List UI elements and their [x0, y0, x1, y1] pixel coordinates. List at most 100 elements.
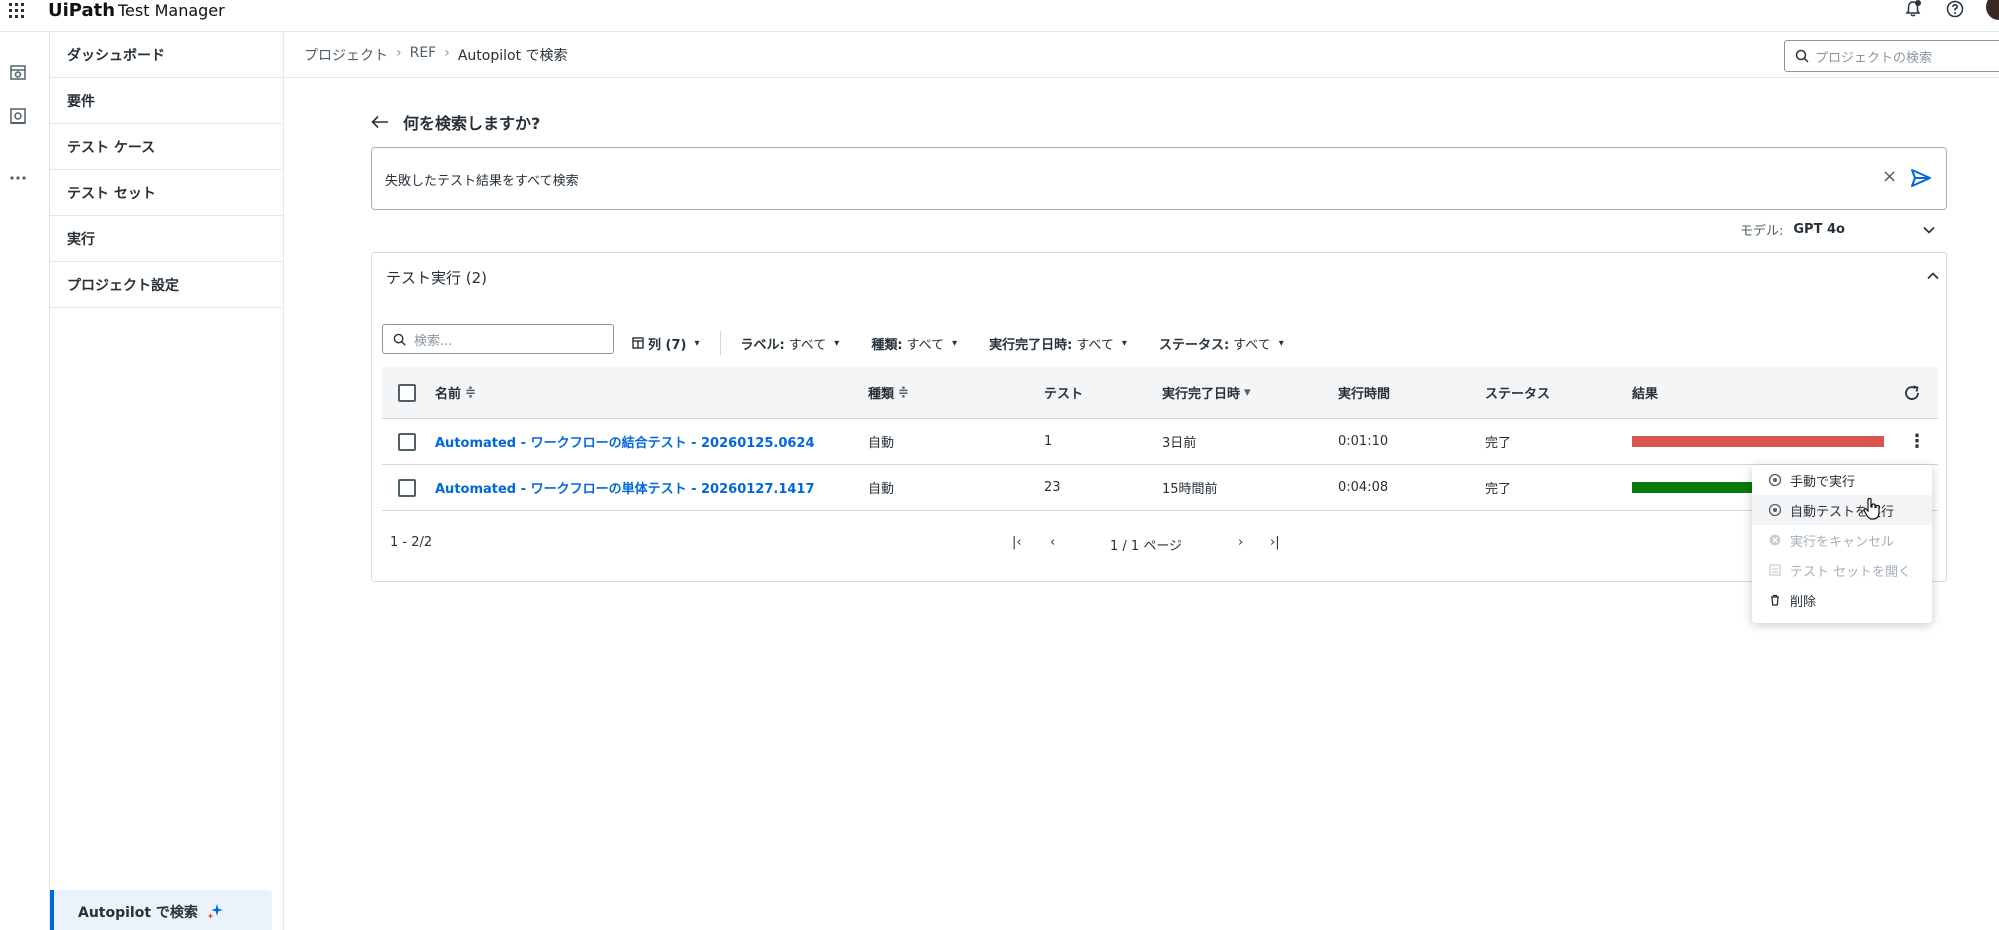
notification-bell-icon[interactable] [1904, 0, 1922, 18]
next-page-icon[interactable]: › [1238, 535, 1243, 550]
result-bar [1632, 436, 1884, 447]
chevron-up-icon[interactable] [1926, 269, 1940, 283]
filter-key: 実行完了日時: [989, 337, 1073, 353]
trash-icon [1771, 594, 1779, 606]
filter-bar: 列 (7) ▾ ラベル: すべて ▾ 種類: すべて ▾ 実行完了日時: すべて… [632, 331, 1316, 355]
menu-item-run-automated[interactable]: 自動テストを実行 [1752, 495, 1932, 525]
back-row: 何を検索しますか? [371, 110, 540, 134]
filter-type[interactable]: 種類: すべて ▾ [871, 334, 957, 353]
test-run-name-link[interactable]: Automated - ワークフローの単体テスト - 20260127.1417 [435, 478, 815, 497]
back-arrow-icon[interactable] [371, 115, 389, 129]
header-label: 種類 [868, 387, 895, 402]
search-icon [393, 333, 406, 346]
uipath-logo[interactable]: UiPath [48, 0, 115, 21]
chevron-down-icon: ▾ [1121, 337, 1127, 349]
sort-desc-icon: ▾ [1244, 385, 1251, 400]
filter-label[interactable]: ラベル: すべて ▾ [741, 334, 840, 353]
sidebar-item-test-cases[interactable]: テスト ケース [50, 124, 284, 170]
test-manager-icon[interactable] [8, 62, 28, 82]
column-header-name[interactable]: 名前 ≑ [435, 367, 476, 418]
play-circle-icon [1768, 503, 1782, 517]
more-actions-icon[interactable]: ⋮ [1908, 431, 1926, 452]
top-bar: UiPath Test Manager [0, 0, 1999, 32]
row-checkbox[interactable] [398, 478, 416, 497]
header-label: 名前 [435, 387, 462, 402]
clear-icon[interactable]: × [1882, 166, 1897, 187]
query-text: 失敗したテスト結果をすべて検索 [385, 174, 579, 189]
apps-grid-icon[interactable] [8, 2, 26, 20]
filter-value: すべて [788, 337, 827, 353]
select-all-checkbox[interactable] [398, 383, 416, 402]
project-search-input[interactable]: プロジェクトの検索 [1784, 40, 1999, 72]
send-icon[interactable] [1910, 168, 1932, 188]
sidebar-item-label: プロジェクト設定 [67, 277, 179, 294]
first-page-icon[interactable]: |‹ [1012, 535, 1022, 550]
columns-label: 列 (7) [648, 337, 687, 353]
test-executions-card: テスト実行 (2) 検索... 列 (7) ▾ ラベル: すべて ▾ 種類: す… [371, 252, 1947, 582]
chevron-down-icon: ▾ [1278, 337, 1284, 349]
row-count: 1 - 2/2 [390, 535, 433, 550]
sidebar-item-label: 要件 [67, 93, 95, 110]
left-rail [0, 32, 50, 930]
row-checkbox[interactable] [398, 432, 416, 451]
header-label: 結果 [1632, 387, 1659, 402]
filter-finished-date[interactable]: 実行完了日時: すべて ▾ [989, 334, 1127, 353]
help-icon[interactable] [1946, 0, 1964, 18]
sidebar-item-label: テスト セット [67, 185, 156, 202]
more-icon[interactable] [8, 168, 28, 188]
menu-item-run-manual[interactable]: 手動で実行 [1752, 465, 1932, 495]
sidebar-item-label: ダッシュボード [67, 47, 165, 64]
test-run-name-link[interactable]: Automated - ワークフローの結合テスト - 20260125.0624 [435, 432, 815, 451]
product-name: Test Manager [118, 1, 225, 20]
header-label: テスト [1044, 387, 1084, 402]
sidebar-item-execution[interactable]: 実行 [50, 216, 284, 262]
filter-status[interactable]: ステータス: すべて ▾ [1159, 334, 1284, 353]
filter-value: すべて [1076, 337, 1114, 353]
table-row[interactable]: Automated - ワークフローの単体テスト - 20260127.1417… [382, 465, 1938, 511]
autopilot-rail-icon[interactable] [8, 106, 28, 126]
menu-item-open-test-set: テスト セットを開く [1752, 555, 1932, 585]
cell-type: 自動 [868, 436, 895, 451]
project-search-placeholder: プロジェクトの検索 [1815, 50, 1933, 66]
model-selector[interactable]: モデル: GPT 4o [1740, 220, 1935, 239]
refresh-icon[interactable] [1903, 384, 1921, 402]
cell-finished: 15時間前 [1162, 482, 1218, 497]
sidebar-item-project-settings[interactable]: プロジェクト設定 [50, 262, 284, 308]
sidebar-item-requirements[interactable]: 要件 [50, 78, 284, 124]
column-header-finished[interactable]: 実行完了日時 ▾ [1162, 367, 1251, 418]
column-header-result: 結果 [1632, 367, 1658, 418]
columns-icon [632, 337, 644, 349]
menu-item-cancel-execution: 実行をキャンセル [1752, 525, 1932, 555]
page-indicator: 1 / 1 ページ [1110, 539, 1183, 554]
pagination: 1 - 2/2 |‹ ‹ 1 / 1 ページ › ›| [382, 529, 1938, 559]
table-search-input[interactable]: 検索... [382, 324, 614, 354]
table-search-placeholder: 検索... [414, 333, 453, 349]
autopilot-search-button[interactable]: Autopilot で検索 [50, 890, 272, 930]
model-value: GPT 4o [1793, 222, 1845, 237]
test-set-icon [1769, 564, 1781, 576]
breadcrumb-current: Autopilot で検索 [457, 48, 568, 64]
column-header-duration: 実行時間 [1338, 367, 1390, 418]
sidebar-item-dashboard[interactable]: ダッシュボード [50, 32, 284, 78]
model-label: モデル: [1740, 224, 1784, 239]
sidebar-item-test-sets[interactable]: テスト セット [50, 170, 284, 216]
sidebar: ダッシュボード 要件 テスト ケース テスト セット 実行 プロジェクト設定 A… [50, 32, 284, 930]
last-page-icon[interactable]: ›| [1270, 535, 1280, 550]
breadcrumb-separator: › [396, 45, 402, 61]
filter-key: 種類: [871, 337, 903, 353]
header-label: 実行完了日時 [1162, 387, 1241, 402]
menu-item-label: 手動で実行 [1790, 474, 1856, 490]
prev-page-icon[interactable]: ‹ [1050, 535, 1055, 550]
autopilot-query-input[interactable]: 失敗したテスト結果をすべて検索 × [371, 147, 1947, 210]
chevron-down-icon [1923, 226, 1935, 234]
column-header-type[interactable]: 種類 ≑ [868, 367, 909, 418]
breadcrumb-ref[interactable]: REF [410, 45, 437, 65]
page-title: 何を検索しますか? [403, 114, 541, 133]
table-row[interactable]: Automated - ワークフローの結合テスト - 20260125.0624… [382, 419, 1938, 465]
sort-icon: ≑ [898, 385, 909, 400]
filter-key: ステータス: [1158, 337, 1230, 353]
columns-button[interactable]: 列 (7) ▾ [632, 334, 700, 353]
avatar[interactable] [1986, 0, 1999, 20]
menu-item-delete[interactable]: 削除 [1752, 585, 1932, 615]
breadcrumb-projects[interactable]: プロジェクト [304, 45, 388, 65]
